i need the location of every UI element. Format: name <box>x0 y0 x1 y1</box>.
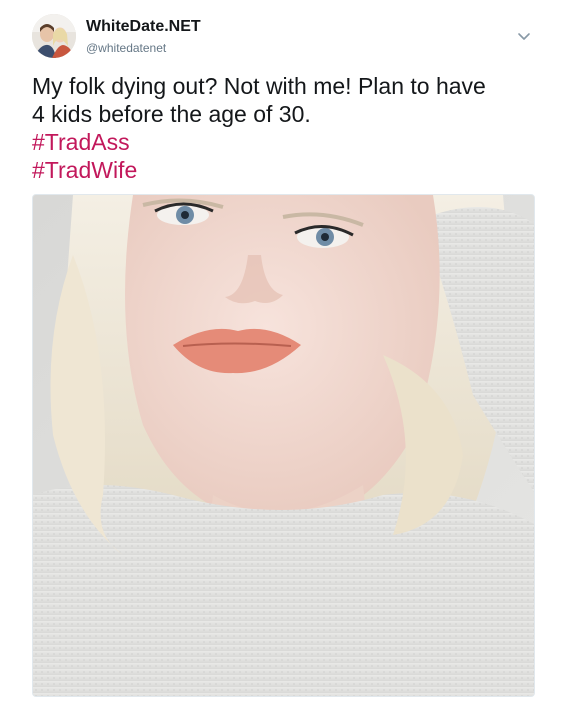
avatar[interactable] <box>32 14 76 58</box>
author-display-name[interactable]: WhiteDate.NET <box>86 17 201 37</box>
tweet-photo[interactable] <box>32 194 535 697</box>
chevron-down-icon[interactable] <box>516 28 532 44</box>
tweet-header: WhiteDate.NET @whitedatenet <box>32 12 201 60</box>
hashtag-link[interactable]: #TradWife <box>32 156 542 184</box>
tweet-card: WhiteDate.NET @whitedatenet My folk dyin… <box>0 0 566 708</box>
tweet-text: My folk dying out? Not with me! Plan to … <box>32 72 542 184</box>
tweet-text-line-2: 4 kids before the age of 30. <box>32 101 311 127</box>
author-handle[interactable]: @whitedatenet <box>86 40 201 56</box>
avatar-photo <box>32 14 76 58</box>
portrait-image <box>33 195 534 696</box>
author-names: WhiteDate.NET @whitedatenet <box>86 17 201 56</box>
tweet-text-line-1: My folk dying out? Not with me! Plan to … <box>32 73 486 99</box>
hashtag-link[interactable]: #TradAss <box>32 128 542 156</box>
